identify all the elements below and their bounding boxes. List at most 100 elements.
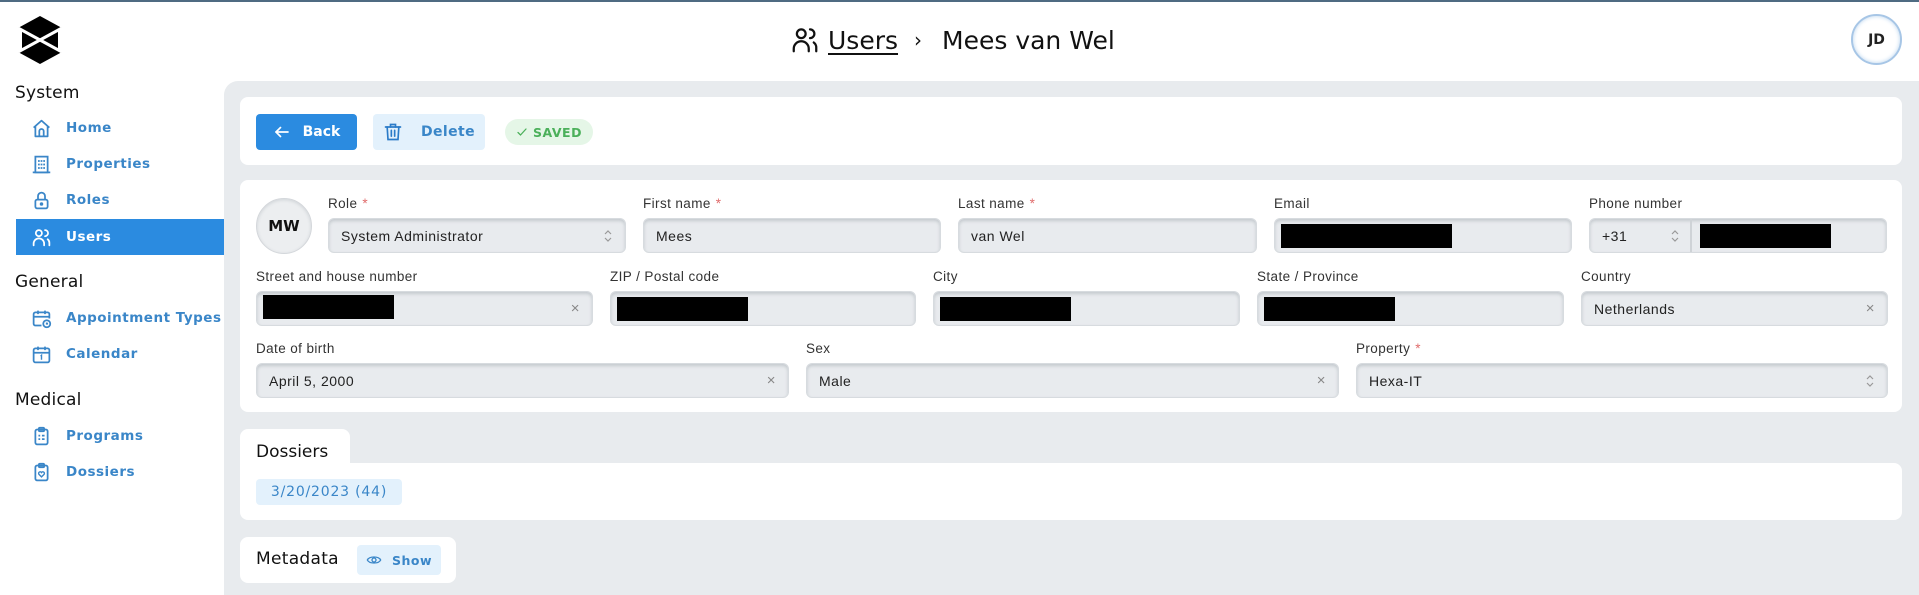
role-field: Role * System Administrator — [328, 196, 626, 253]
phone-input-group: +31 — [1589, 218, 1887, 253]
trash-icon — [384, 123, 402, 141]
sidebar-item-properties[interactable]: Properties — [16, 146, 224, 182]
sidebar-section-medical: Medical — [15, 390, 82, 410]
redacted-value — [617, 296, 748, 321]
clear-icon[interactable]: × — [767, 372, 776, 389]
sidebar-item-label: Programs — [66, 428, 144, 444]
clear-icon[interactable]: × — [571, 300, 580, 317]
breadcrumb-current: Mees van Wel — [942, 25, 1115, 55]
sidebar-item-label: Appointment Types — [66, 310, 222, 326]
sidebar-item-appointment-types[interactable]: Appointment Types — [16, 300, 224, 336]
check-icon — [517, 128, 527, 136]
phone-field: Phone number +31 — [1589, 196, 1887, 253]
lock-icon — [30, 189, 52, 211]
sidebar-item-label: Calendar — [66, 346, 138, 362]
status-badge: SAVED — [505, 119, 593, 145]
metadata-section: Metadata Show — [240, 537, 456, 583]
sex-field: Sex Male × — [806, 341, 1339, 398]
street-input[interactable]: × — [256, 291, 593, 326]
city-input[interactable] — [933, 291, 1240, 326]
email-label: Email — [1274, 196, 1310, 211]
redacted-value — [1264, 296, 1395, 321]
sidebar-item-label: Users — [66, 229, 112, 245]
eye-icon — [366, 556, 382, 564]
arrow-left-icon — [274, 126, 289, 138]
metadata-title: Metadata — [256, 549, 339, 569]
clear-icon[interactable]: × — [1866, 300, 1875, 317]
clipboard-list-icon — [30, 425, 52, 447]
property-label: Property * — [1356, 341, 1421, 356]
last-name-label: Last name * — [958, 196, 1036, 211]
toolbar: Back Delete SAVED — [240, 97, 1902, 165]
street-field: Street and house number × — [256, 269, 593, 326]
phone-number-input[interactable] — [1692, 223, 1886, 248]
sidebar-item-label: Properties — [66, 156, 151, 172]
country-field: Country Netherlands × — [1581, 269, 1888, 326]
main-content: Back Delete SAVED MW Role * System Admini… — [224, 81, 1919, 595]
property-field: Property * Hexa-IT — [1356, 341, 1888, 398]
breadcrumb: Users › Mees van Wel — [790, 22, 1115, 58]
country-select[interactable]: Netherlands × — [1581, 291, 1888, 326]
sex-select[interactable]: Male × — [806, 363, 1339, 398]
show-metadata-button[interactable]: Show — [357, 545, 441, 575]
dob-label: Date of birth — [256, 341, 335, 356]
select-updown-icon — [1866, 374, 1874, 387]
redacted-value — [1281, 223, 1452, 248]
show-label: Show — [391, 552, 433, 568]
home-icon — [30, 117, 52, 139]
first-name-field: First name * Mees — [643, 196, 941, 253]
city-field: City — [933, 269, 1240, 326]
sidebar-item-users[interactable]: Users — [16, 219, 224, 255]
role-select[interactable]: System Administrator — [328, 218, 626, 253]
zip-field: ZIP / Postal code — [610, 269, 916, 326]
first-name-input[interactable]: Mees — [643, 218, 941, 253]
country-label: Country — [1581, 269, 1632, 284]
phone-label: Phone number — [1589, 196, 1683, 211]
email-field: Email — [1274, 196, 1572, 253]
calendar-clock-icon — [30, 307, 52, 329]
last-name-input[interactable]: van Wel — [958, 218, 1257, 253]
redacted-value — [940, 296, 1071, 321]
zip-label: ZIP / Postal code — [610, 269, 720, 284]
sidebar-section-general: General — [15, 272, 84, 292]
dossier-chip[interactable]: 3/20/2023 (44) — [256, 479, 402, 505]
select-updown-icon — [604, 229, 612, 242]
sidebar-item-calendar[interactable]: Calendar — [16, 336, 224, 372]
status-label: SAVED — [533, 124, 582, 140]
state-label: State / Province — [1257, 269, 1359, 284]
clear-icon[interactable]: × — [1317, 372, 1326, 389]
user-form-avatar[interactable]: MW — [256, 198, 312, 254]
state-field: State / Province — [1257, 269, 1564, 326]
breadcrumb-users-link[interactable]: Users — [828, 26, 898, 55]
breadcrumb-separator: › — [914, 28, 923, 52]
sidebar-section-system: System — [15, 83, 80, 103]
property-select[interactable]: Hexa-IT — [1356, 363, 1888, 398]
phone-prefix-select[interactable]: +31 — [1590, 219, 1692, 252]
email-input[interactable] — [1274, 218, 1572, 253]
building-icon — [30, 153, 52, 175]
back-button[interactable]: Back — [256, 114, 357, 150]
delete-button[interactable]: Delete — [373, 114, 485, 150]
top-border — [0, 0, 1919, 2]
delete-label: Delete — [421, 124, 475, 140]
first-name-label: First name * — [643, 196, 722, 211]
sidebar-item-label: Dossiers — [66, 464, 136, 480]
users-icon — [792, 28, 818, 53]
user-form: MW Role * System Administrator First name… — [240, 180, 1902, 412]
user-avatar[interactable]: JD — [1851, 14, 1902, 65]
zip-input[interactable] — [610, 291, 916, 326]
role-label: Role * — [328, 196, 369, 211]
state-input[interactable] — [1257, 291, 1564, 326]
sidebar-item-home[interactable]: Home — [16, 110, 224, 146]
clipboard-heart-icon — [30, 461, 52, 483]
users-icon — [30, 226, 52, 248]
dob-input[interactable]: April 5, 2000 × — [256, 363, 789, 398]
redacted-value — [263, 295, 394, 319]
app-logo[interactable] — [18, 16, 62, 64]
sidebar-item-programs[interactable]: Programs — [16, 418, 224, 454]
sidebar-item-dossiers[interactable]: Dossiers — [16, 454, 224, 490]
sidebar-item-roles[interactable]: Roles — [16, 182, 224, 218]
city-label: City — [933, 269, 958, 284]
redacted-value — [1700, 223, 1831, 248]
sex-label: Sex — [806, 341, 831, 356]
